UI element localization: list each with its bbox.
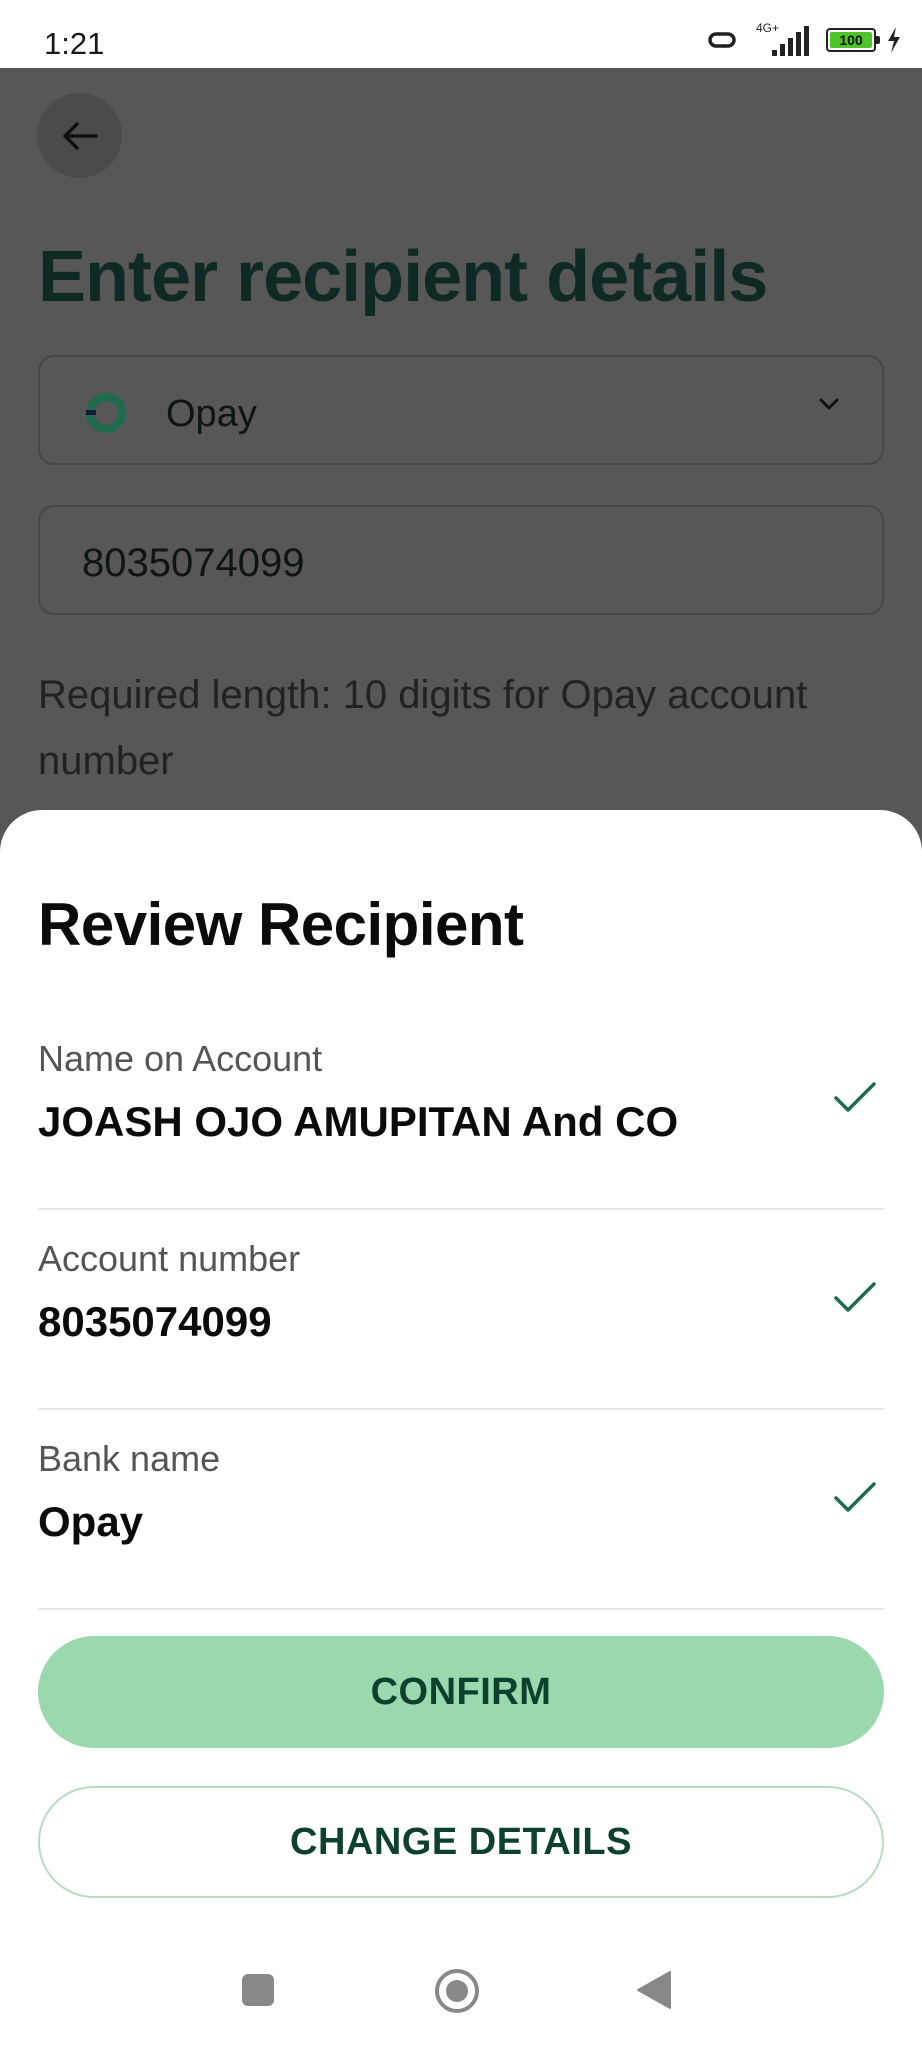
check-icon: [834, 1482, 876, 1512]
confirm-button[interactable]: CONFIRM: [38, 1636, 884, 1748]
change-details-button[interactable]: CHANGE DETAILS: [38, 1786, 884, 1898]
status-icons: 4G+ 100: [706, 22, 902, 58]
signal-group: 4G+: [756, 22, 816, 58]
charging-icon: [888, 27, 900, 53]
check-icon: [834, 1282, 876, 1312]
nav-back-button[interactable]: [636, 1970, 672, 2010]
chevron-down-icon: [819, 398, 839, 410]
account-number-input[interactable]: 8035074099: [38, 505, 884, 615]
row-name-on-account: Name on Account JOASH OJO AMUPITAN And C…: [38, 1010, 884, 1210]
row-label: Name on Account: [38, 1038, 323, 1079]
bank-select-value: Opay: [166, 393, 257, 435]
page-title: Enter recipient details: [38, 237, 768, 317]
battery-icon: 100: [826, 28, 880, 52]
link-icon: [708, 32, 736, 48]
check-icon: [834, 1082, 876, 1112]
row-bank-name: Bank name Opay: [38, 1410, 884, 1610]
opay-logo-icon: [86, 393, 126, 433]
status-bar: 1:21 4G+ 100: [0, 0, 922, 68]
home-button[interactable]: [434, 1968, 480, 2014]
row-value: Opay: [38, 1498, 144, 1545]
sheet-title: Review Recipient: [38, 891, 524, 958]
battery-level: 100: [830, 32, 872, 48]
system-nav-bar: [0, 1940, 922, 2048]
bank-select[interactable]: Opay: [38, 355, 884, 465]
helper-text: Required length: 10 digits for Opay acco…: [38, 673, 808, 783]
review-recipient-sheet: Review Recipient Name on Account JOASH O…: [0, 810, 922, 2048]
row-label: Bank name: [38, 1438, 221, 1479]
row-value: JOASH OJO AMUPITAN And CO: [38, 1098, 679, 1145]
signal-icon: [772, 26, 809, 56]
recents-button[interactable]: [242, 1974, 274, 2006]
arrow-left-icon: [62, 121, 98, 150]
row-account-number: Account number 8035074099: [38, 1210, 884, 1410]
row-label: Account number: [38, 1238, 301, 1279]
back-button[interactable]: [37, 93, 122, 178]
account-number-value: 8035074099: [82, 541, 305, 585]
status-time: 1:21: [44, 26, 105, 61]
row-value: 8035074099: [38, 1298, 272, 1345]
